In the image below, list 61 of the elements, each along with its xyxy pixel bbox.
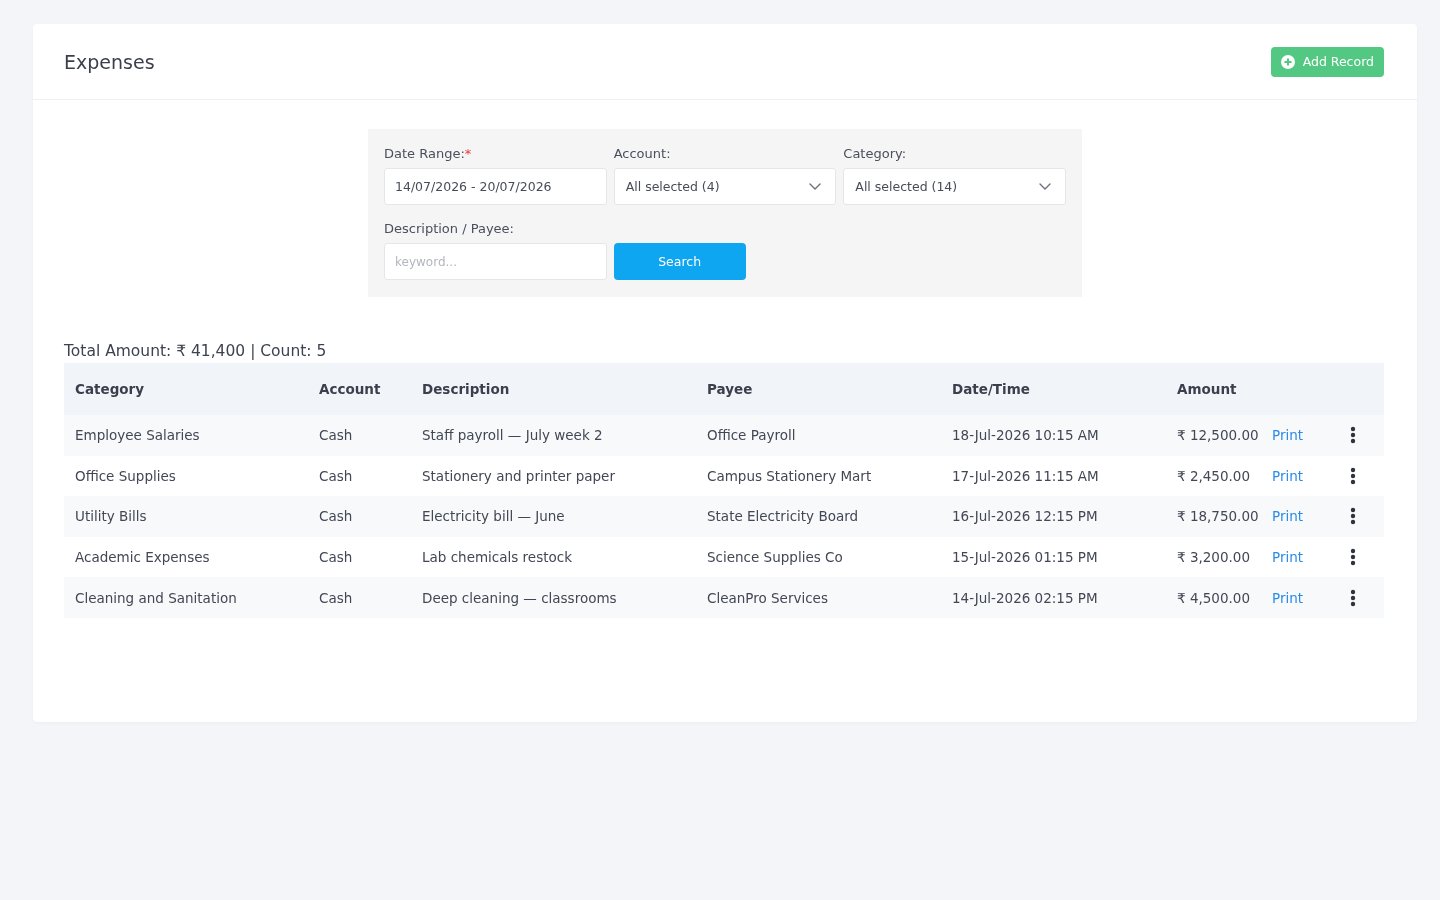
print-link[interactable]: Print [1272, 467, 1304, 484]
field-label: Date Range:* [384, 145, 473, 162]
table-cell: Cash [319, 467, 353, 484]
more-options-icon[interactable] [1350, 588, 1356, 607]
table-cell: Utility Bills [75, 508, 147, 525]
print-link[interactable]: Print [1272, 589, 1304, 606]
table-cell: ₹ 4,500.00 [1177, 589, 1250, 606]
table-cell: State Electricity Board [707, 508, 859, 525]
table-cell: Cash [319, 589, 353, 606]
table-cell: Deep cleaning — classrooms [422, 589, 617, 606]
column-header: Category [75, 381, 145, 397]
table-cell: Science Supplies Co [707, 549, 843, 566]
print-link[interactable]: Print [1272, 508, 1304, 525]
table-cell: CleanPro Services [707, 589, 828, 606]
keyword-field[interactable]: keyword... [384, 243, 607, 280]
table-cell: Cash [319, 427, 353, 444]
chevron-down-icon [1039, 183, 1051, 190]
table-cell: Academic Expenses [75, 549, 210, 566]
table-cell: 14-Jul-2026 02:15 PM [952, 589, 1098, 606]
more-options-icon[interactable] [1350, 466, 1356, 485]
search-button[interactable]: Search [613, 243, 746, 280]
category-select[interactable]: All selected (14) [843, 168, 1066, 205]
print-link[interactable]: Print [1272, 427, 1304, 444]
account-select[interactable]: All selected (4) [613, 168, 837, 205]
summary-text: Total Amount: ₹ 41,400 | Count: 5 [64, 341, 327, 361]
table-cell: 18-Jul-2026 10:15 AM [952, 427, 1099, 444]
table-cell: ₹ 12,500.00 [1177, 427, 1259, 444]
table-cell: Cash [319, 549, 353, 566]
add-record-button[interactable]: Add Record [1270, 46, 1384, 77]
table-cell: Cleaning and Sanitation [75, 589, 237, 606]
column-header: Description [422, 381, 510, 397]
plus-circle-icon [1280, 54, 1295, 69]
column-header: Payee [707, 381, 753, 397]
table-cell: Office Payroll [707, 427, 796, 444]
table-cell: Electricity bill — June [422, 508, 565, 525]
field-label: Category: [843, 145, 908, 162]
table-cell: 15-Jul-2026 01:15 PM [952, 549, 1098, 566]
column-header: Date/Time [952, 381, 1030, 397]
column-header: Account [319, 381, 381, 397]
table-cell: ₹ 3,200.00 [1177, 549, 1250, 566]
table-cell: Lab chemicals restock [422, 549, 572, 566]
table-cell: 17-Jul-2026 11:15 AM [952, 467, 1099, 484]
table-cell: Office Supplies [75, 467, 176, 484]
table-cell: Employee Salaries [75, 427, 200, 444]
page-title: Expenses [64, 50, 155, 73]
print-link[interactable]: Print [1272, 549, 1304, 566]
table-cell: Stationery and printer paper [422, 467, 615, 484]
table-cell: Cash [319, 508, 353, 525]
field-label: Description / Payee: [384, 220, 515, 237]
chevron-down-icon [809, 183, 822, 190]
more-options-icon[interactable] [1350, 507, 1356, 526]
table-cell: 16-Jul-2026 12:15 PM [952, 508, 1098, 525]
table-cell: ₹ 18,750.00 [1177, 508, 1259, 525]
more-options-icon[interactable] [1350, 548, 1356, 567]
date-range-field[interactable]: 14/07/2026 - 20/07/2026 [384, 168, 607, 205]
table-cell: Staff payroll — July week 2 [422, 427, 603, 444]
field-label: Account: [613, 145, 672, 162]
column-header: Amount [1177, 381, 1237, 397]
more-options-icon[interactable] [1350, 426, 1356, 445]
table-cell: ₹ 2,450.00 [1177, 467, 1250, 484]
table-cell: Campus Stationery Mart [707, 467, 872, 484]
